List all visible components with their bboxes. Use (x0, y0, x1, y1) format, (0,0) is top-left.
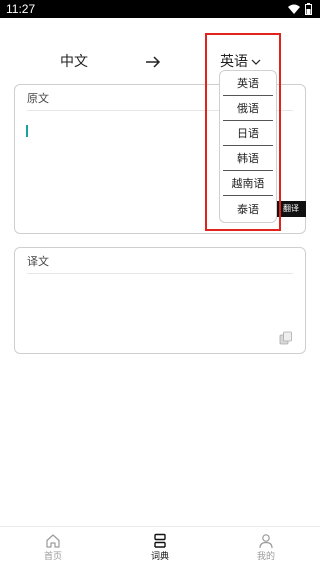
result-panel-label: 译文 (27, 255, 49, 268)
status-icons (288, 2, 312, 16)
nav-label-dictionary: 词典 (150, 552, 169, 562)
battery-icon (305, 3, 312, 15)
dropdown-option-thai[interactable]: 泰语 (223, 197, 273, 222)
result-panel-divider (27, 273, 293, 274)
dropdown-option-english[interactable]: 英语 (223, 71, 273, 96)
dropdown-option-vietnamese[interactable]: 越南语 (223, 171, 273, 196)
dictionary-icon (154, 533, 166, 548)
copy-icon[interactable] (279, 331, 293, 345)
profile-icon (259, 534, 273, 549)
nav-item-profile[interactable]: 我的 (236, 533, 296, 567)
arrow-right-icon[interactable] (145, 54, 161, 70)
source-language-selector[interactable]: 中文 (60, 52, 88, 72)
nav-item-dictionary[interactable]: 词典 (130, 533, 190, 567)
bottom-navigation: 首页 词典 我的 (0, 526, 320, 569)
target-language-selector[interactable]: 英语 (220, 52, 261, 72)
status-time: 11:27 (6, 2, 36, 16)
nav-label-profile: 我的 (256, 552, 275, 562)
home-icon (46, 534, 60, 548)
dropdown-option-korean[interactable]: 韩语 (223, 146, 273, 171)
target-language-dropdown: 英语 俄语 日语 韩语 越南语 泰语 (219, 70, 277, 223)
nav-item-home[interactable]: 首页 (23, 533, 83, 567)
translate-button[interactable]: 翻译 (276, 201, 306, 217)
status-bar: 11:27 (0, 0, 320, 18)
target-language-label: 英语 (220, 54, 248, 70)
nav-label-home: 首页 (43, 552, 62, 562)
chevron-down-icon (251, 59, 261, 65)
source-panel-label: 原文 (27, 92, 49, 105)
dropdown-option-russian[interactable]: 俄语 (223, 96, 273, 121)
wifi-icon (288, 4, 300, 14)
dropdown-option-japanese[interactable]: 日语 (223, 121, 273, 146)
translation-result-panel: 译文 (14, 247, 306, 354)
text-caret (26, 125, 28, 137)
